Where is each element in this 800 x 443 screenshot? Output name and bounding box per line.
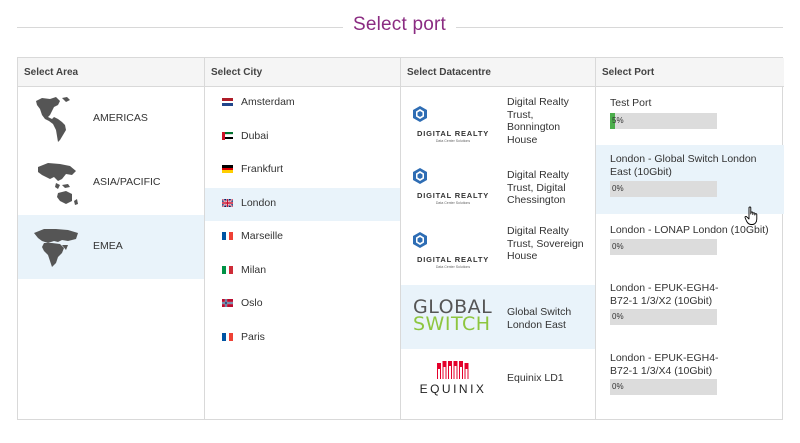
port-name: Test Port (610, 97, 652, 109)
city-item-marseille[interactable]: Marseille (205, 221, 400, 255)
city-label: Dubai (241, 129, 269, 142)
digital-realty-logo: DIGITAL REALTY Data Center Solutions (413, 106, 493, 143)
uk-flag-icon (222, 198, 233, 207)
area-column: Select Area AMERICAS ASIA/PACIFIC EMEA (18, 58, 205, 419)
equinix-mark-icon (437, 361, 469, 379)
header-divider-left (17, 27, 343, 28)
datacentre-item-bonnington-house[interactable]: DIGITAL REALTY Data Center Solutions Dig… (401, 87, 595, 152)
port-usage-percent: 0% (612, 382, 624, 391)
port-usage-percent: 0% (612, 184, 624, 193)
datacentre-label: Equinix LD1 (507, 372, 564, 384)
hand-pointer-cursor-icon (744, 206, 758, 225)
port-usage-percent: 5% (612, 116, 624, 125)
datacentre-label: Digital Realty Trust, Bonnington House (507, 96, 569, 146)
germany-flag-icon (222, 165, 233, 173)
datacentre-column: Select Datacentre DIGITAL REALTY Data Ce… (401, 58, 596, 419)
city-column: Select City Amsterdam Dubai Frankfurt Lo… (205, 58, 401, 419)
port-usage-bar: 5% (610, 113, 717, 129)
city-label: Oslo (241, 297, 263, 309)
port-column-header: Select Port (596, 58, 784, 87)
datacentre-item-equinix-ld1[interactable]: EQUINIX Equinix LD1 (401, 349, 595, 419)
digital-realty-wordmark: DIGITAL REALTY (416, 129, 490, 138)
port-item-epuk-x2[interactable]: London - EPUK-EGH4-B72-1 1/3/X2 (10Gbit)… (596, 272, 784, 343)
port-item-test-port[interactable]: Test Port 5% (596, 87, 784, 145)
italy-flag-icon (222, 265, 233, 274)
france-flag-icon (222, 332, 233, 341)
datacentre-label: Digital Realty Trust, Digital Chessingto… (507, 169, 569, 206)
port-name: London - EPUK-EGH4-B72-1 1/3/X2 (10Gbit) (610, 282, 719, 307)
area-label: AMERICAS (93, 112, 148, 124)
emea-map-icon (34, 229, 78, 267)
city-label: Amsterdam (241, 96, 295, 108)
city-label: Marseille (241, 230, 284, 242)
city-label: Frankfurt (241, 163, 284, 175)
city-column-header: Select City (205, 58, 400, 87)
page-header: Select port (0, 0, 800, 54)
city-item-paris[interactable]: Paris (205, 322, 400, 356)
port-usage-bar: 0% (610, 379, 717, 395)
digital-realty-wordmark: DIGITAL REALTY (416, 191, 490, 200)
city-label: Paris (241, 330, 265, 343)
digital-realty-logo: DIGITAL REALTY Data Center Solutions (413, 168, 493, 205)
area-item-americas[interactable]: AMERICAS (18, 87, 204, 151)
area-item-emea[interactable]: EMEA (18, 215, 204, 279)
global-switch-wordmark-bottom: SWITCH (413, 313, 491, 335)
datacentre-column-header: Select Datacentre (401, 58, 595, 87)
port-selector: Select Area AMERICAS ASIA/PACIFIC EMEA S… (17, 57, 784, 420)
city-label: London (241, 196, 277, 209)
city-item-amsterdam[interactable]: Amsterdam (205, 87, 400, 121)
digital-realty-tagline: Data Center Solutions (435, 265, 471, 269)
city-item-milan[interactable]: Milan (205, 255, 400, 289)
port-usage-bar: 0% (610, 309, 717, 325)
netherlands-flag-icon (222, 98, 233, 106)
norway-flag-icon (222, 299, 233, 307)
port-item-global-switch-london-east[interactable]: London - Global Switch London East (10Gb… (596, 145, 784, 214)
global-switch-logo: GLOBAL SWITCH (413, 298, 493, 335)
americas-map-icon (36, 97, 70, 142)
port-name: London - EPUK-EGH4-B72-1 1/3/X4 (10Gbit) (610, 352, 719, 377)
port-column: Select Port Test Port 5% London - Global… (596, 58, 784, 419)
datacentre-item-sovereign-house[interactable]: DIGITAL REALTY Data Center Solutions Dig… (401, 214, 595, 285)
city-item-london[interactable]: London (205, 187, 400, 221)
port-usage-bar: 0% (610, 239, 717, 255)
port-usage-percent: 0% (612, 242, 624, 251)
france-flag-icon (222, 232, 233, 240)
datacentre-item-global-switch-london-east[interactable]: GLOBAL SWITCH Global Switch London East (401, 285, 595, 349)
uae-flag-icon (222, 131, 233, 140)
datacentre-item-digital-chessington[interactable]: DIGITAL REALTY Data Center Solutions Dig… (401, 152, 595, 214)
page-title: Select port (352, 14, 447, 35)
city-item-dubai[interactable]: Dubai (205, 121, 400, 155)
digital-realty-cube-icon (413, 232, 427, 248)
port-usage-percent: 0% (612, 312, 624, 321)
area-label: EMEA (93, 240, 123, 252)
port-usage-bar: 0% (610, 181, 717, 197)
datacentre-label: Global Switch London East (507, 306, 572, 331)
equinix-logo: EQUINIX (413, 361, 493, 396)
digital-realty-wordmark: DIGITAL REALTY (416, 255, 490, 264)
header-divider-right (456, 27, 783, 28)
port-item-epuk-x4[interactable]: London - EPUK-EGH4-B72-1 1/3/X4 (10Gbit)… (596, 343, 784, 417)
city-label: Milan (241, 263, 267, 276)
asia-pacific-map-icon (38, 163, 78, 205)
area-item-asia-pacific[interactable]: ASIA/PACIFIC (18, 151, 204, 215)
digital-realty-tagline: Data Center Solutions (435, 139, 471, 143)
digital-realty-cube-icon (413, 106, 427, 122)
city-item-oslo[interactable]: Oslo (205, 288, 400, 322)
digital-realty-tagline: Data Center Solutions (435, 201, 471, 205)
port-name: London - Global Switch London East (10Gb… (610, 153, 757, 178)
city-item-frankfurt[interactable]: Frankfurt (205, 154, 400, 188)
equinix-wordmark: EQUINIX (419, 382, 487, 396)
area-label: ASIA/PACIFIC (93, 176, 161, 188)
datacentre-label: Digital Realty Trust, Sovereign House (507, 225, 584, 262)
digital-realty-logo: DIGITAL REALTY Data Center Solutions (413, 232, 493, 269)
digital-realty-cube-icon (413, 168, 427, 184)
area-column-header: Select Area (18, 58, 204, 87)
